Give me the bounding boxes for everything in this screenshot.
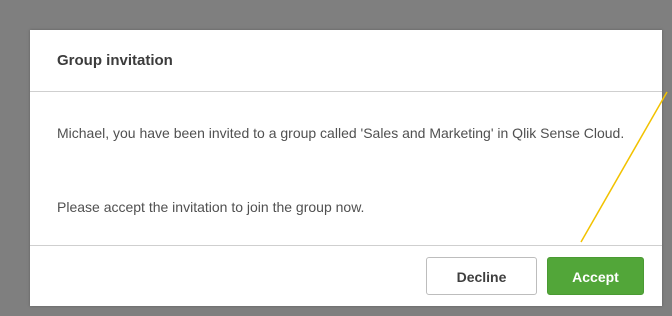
dialog-footer: Decline Accept bbox=[30, 246, 662, 306]
dialog-header: Group invitation bbox=[30, 30, 662, 92]
invitation-message: Michael, you have been invited to a grou… bbox=[57, 125, 625, 141]
group-invitation-dialog: Group invitation Michael, you have been … bbox=[30, 30, 662, 306]
invitation-prompt: Please accept the invitation to join the… bbox=[57, 199, 365, 215]
accept-button[interactable]: Accept bbox=[547, 257, 644, 295]
dialog-body: Michael, you have been invited to a grou… bbox=[30, 92, 662, 246]
dialog-title: Group invitation bbox=[57, 52, 173, 69]
decline-button[interactable]: Decline bbox=[426, 257, 537, 295]
